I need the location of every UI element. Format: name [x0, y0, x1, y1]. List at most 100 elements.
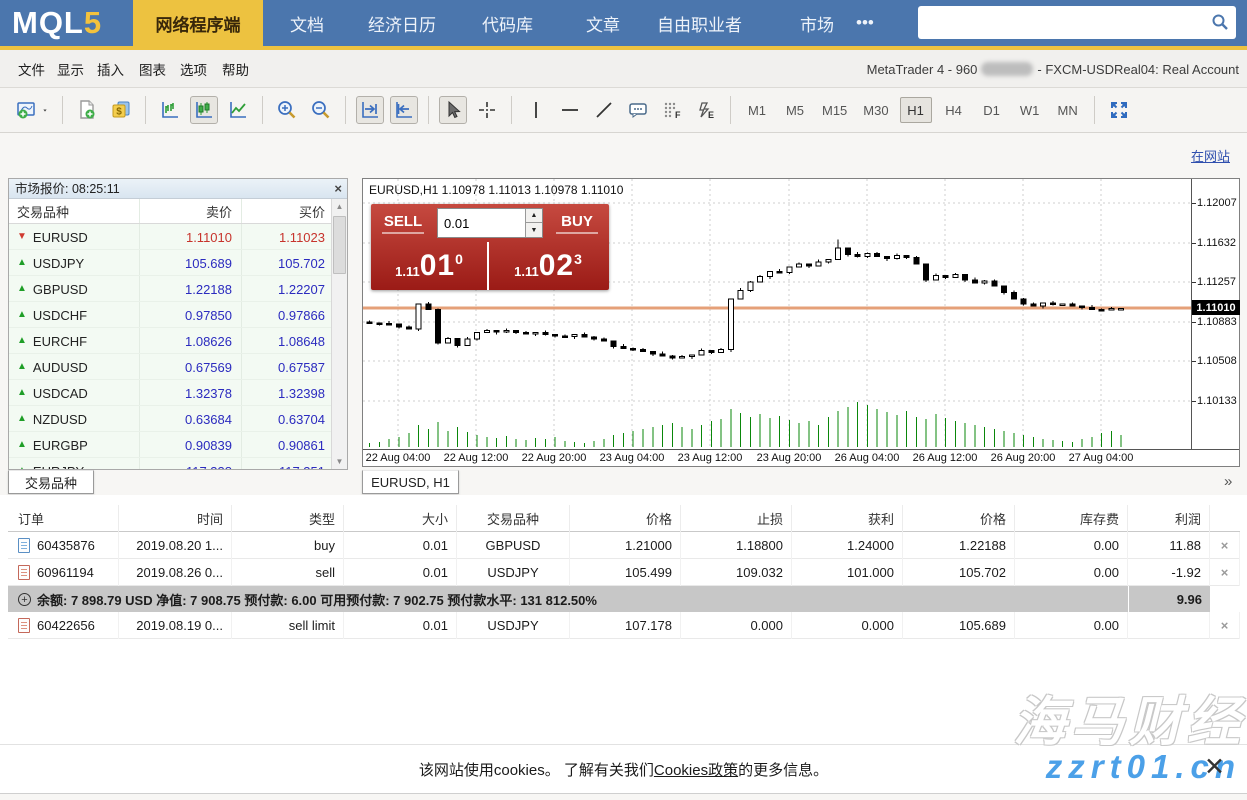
- close-order-icon[interactable]: ×: [1221, 538, 1229, 553]
- scroll-up-icon[interactable]: ▲: [332, 199, 347, 214]
- candlestick-chart-icon[interactable]: [190, 96, 218, 124]
- nav-item-7[interactable]: •••: [856, 0, 874, 46]
- zoom-out-icon[interactable]: [307, 96, 335, 124]
- expert-advisors-icon[interactable]: E: [692, 96, 720, 124]
- sell-button[interactable]: SELL: [371, 204, 435, 242]
- nav-tab-webterminal[interactable]: 网络程序端: [133, 0, 263, 46]
- market-watch-row-eurjpy[interactable]: ▲EURJPY117.338117.351: [9, 458, 332, 470]
- nav-item-1[interactable]: 文档: [290, 0, 324, 46]
- expand-icon[interactable]: +: [18, 593, 31, 606]
- nav-item-4[interactable]: 文章: [586, 0, 620, 46]
- sell-price-display[interactable]: 1.11 01 0: [371, 242, 489, 290]
- trendline-icon[interactable]: [590, 96, 618, 124]
- bar-chart-icon[interactable]: [156, 96, 184, 124]
- market-watch-row-usdcad[interactable]: ▲USDCAD1.323781.32398: [9, 380, 332, 406]
- stepper-down-icon[interactable]: ▼: [526, 223, 542, 237]
- timeframe-h4[interactable]: H4: [938, 97, 970, 123]
- auto-scroll-icon[interactable]: [356, 96, 384, 124]
- buy-price-display[interactable]: 1.11 02 3: [489, 242, 607, 290]
- menu-item-5[interactable]: 选项: [180, 50, 207, 88]
- market-watch-tab-symbols[interactable]: 交易品种: [8, 470, 94, 494]
- nav-item-3[interactable]: 代码库: [482, 0, 533, 46]
- new-order-icon[interactable]: [73, 96, 101, 124]
- close-order-icon[interactable]: ×: [1221, 565, 1229, 580]
- stepper-up-icon[interactable]: ▲: [526, 209, 542, 223]
- order-row-60435876[interactable]: 604358762019.08.20 1...buy0.01GBPUSD1.21…: [8, 532, 1240, 559]
- terminal-column-1[interactable]: 订单: [8, 505, 119, 532]
- vertical-line-icon[interactable]: [522, 96, 550, 124]
- terminal-column-5[interactable]: 交易品种: [457, 505, 570, 532]
- cursor-icon[interactable]: [439, 96, 467, 124]
- order-row-60422656[interactable]: 604226562019.08.19 0...sell limit0.01USD…: [8, 612, 1240, 639]
- search-input[interactable]: [926, 8, 1206, 36]
- timeframe-m5[interactable]: M5: [779, 97, 811, 123]
- timeframe-h1[interactable]: H1: [900, 97, 932, 123]
- order-row-60961194[interactable]: 609611942019.08.26 0...sell0.01USDJPY105…: [8, 559, 1240, 586]
- terminal-column-4[interactable]: 大小: [344, 505, 457, 532]
- text-label-icon[interactable]: [624, 96, 652, 124]
- order-id: 60422656: [37, 618, 95, 633]
- market-watch-row-usdchf[interactable]: ▲USDCHF0.978500.97866: [9, 302, 332, 328]
- market-watch-row-audusd[interactable]: ▲AUDUSD0.675690.67587: [9, 354, 332, 380]
- market-watch-row-usdjpy[interactable]: ▲USDJPY105.689105.702: [9, 250, 332, 276]
- column-symbol[interactable]: 交易品种: [17, 199, 69, 224]
- indicators-icon[interactable]: F: [658, 96, 686, 124]
- nav-item-5[interactable]: 自由职业者: [657, 0, 742, 46]
- scrollbar-thumb[interactable]: [333, 216, 346, 274]
- menu-item-6[interactable]: 帮助: [222, 50, 249, 88]
- cookie-policy-link[interactable]: Cookies政策: [654, 759, 738, 780]
- search-box: [918, 6, 1236, 39]
- symbol-label: ▲GBPUSD: [17, 276, 88, 302]
- timeframe-w1[interactable]: W1: [1014, 97, 1046, 123]
- chart-plot-area[interactable]: EURUSD,H1 1.10978 1.11013 1.10978 1.1101…: [363, 179, 1191, 449]
- zoom-in-icon[interactable]: [273, 96, 301, 124]
- scroll-down-icon[interactable]: ▼: [332, 454, 347, 469]
- timeframe-m30[interactable]: M30: [858, 97, 893, 123]
- profiles-icon[interactable]: $: [107, 96, 135, 124]
- volume-input[interactable]: [444, 212, 514, 234]
- horizontal-line-icon[interactable]: [556, 96, 584, 124]
- terminal-column-6[interactable]: 价格: [570, 505, 681, 532]
- menu-item-2[interactable]: 显示: [57, 50, 84, 88]
- nav-item-2[interactable]: 经济日历: [368, 0, 436, 46]
- fullscreen-icon[interactable]: [1105, 96, 1133, 124]
- menu-item-3[interactable]: 插入: [97, 50, 124, 88]
- market-watch-row-nzdusd[interactable]: ▲NZDUSD0.636840.63704: [9, 406, 332, 432]
- market-watch-scrollbar[interactable]: ▲ ▼: [331, 199, 347, 469]
- close-order-icon[interactable]: ×: [1221, 618, 1229, 633]
- mql5-logo[interactable]: MQL5: [12, 5, 102, 41]
- column-bid[interactable]: 卖价: [139, 199, 241, 224]
- new-chart-icon[interactable]: [13, 96, 41, 124]
- market-watch-row-eurusd[interactable]: ▼EURUSD1.110101.11023: [9, 224, 332, 250]
- terminal-column-9[interactable]: 价格: [903, 505, 1015, 532]
- terminal-column-8[interactable]: 获利: [792, 505, 903, 532]
- buy-button[interactable]: BUY: [545, 204, 609, 242]
- terminal-column-7[interactable]: 止损: [681, 505, 792, 532]
- terminal-column-10[interactable]: 库存费: [1015, 505, 1128, 532]
- column-ask[interactable]: 买价: [241, 199, 332, 224]
- terminal-column-3[interactable]: 类型: [232, 505, 344, 532]
- line-chart-icon[interactable]: [224, 96, 252, 124]
- chart-tabs-more-icon[interactable]: »: [1224, 473, 1232, 490]
- close-icon[interactable]: ×: [334, 181, 342, 197]
- timeframe-mn[interactable]: MN: [1052, 97, 1084, 123]
- chart-shift-icon[interactable]: [390, 96, 418, 124]
- cookie-close-icon[interactable]: ✕: [1204, 756, 1225, 778]
- timeframe-m1[interactable]: M1: [741, 97, 773, 123]
- search-icon[interactable]: [1211, 13, 1229, 36]
- timeframe-m15[interactable]: M15: [817, 97, 852, 123]
- chart-tab-eurusd-h1[interactable]: EURUSD, H1: [362, 470, 459, 494]
- terminal-column-2[interactable]: 时间: [119, 505, 232, 532]
- menu-item-1[interactable]: 文件: [18, 50, 45, 88]
- crosshair-icon[interactable]: [473, 96, 501, 124]
- menu-item-4[interactable]: 图表: [139, 50, 166, 88]
- buy-price-big: 02: [539, 251, 574, 281]
- terminal-column-11[interactable]: 利润: [1128, 505, 1210, 532]
- onsite-link[interactable]: 在网站: [1191, 146, 1230, 165]
- dropdown-caret-icon[interactable]: [38, 96, 52, 124]
- market-watch-row-gbpusd[interactable]: ▲GBPUSD1.221881.22207: [9, 276, 332, 302]
- nav-item-6[interactable]: 市场: [800, 0, 834, 46]
- timeframe-d1[interactable]: D1: [976, 97, 1008, 123]
- market-watch-row-eurgbp[interactable]: ▲EURGBP0.908390.90861: [9, 432, 332, 458]
- market-watch-row-eurchf[interactable]: ▲EURCHF1.086261.08648: [9, 328, 332, 354]
